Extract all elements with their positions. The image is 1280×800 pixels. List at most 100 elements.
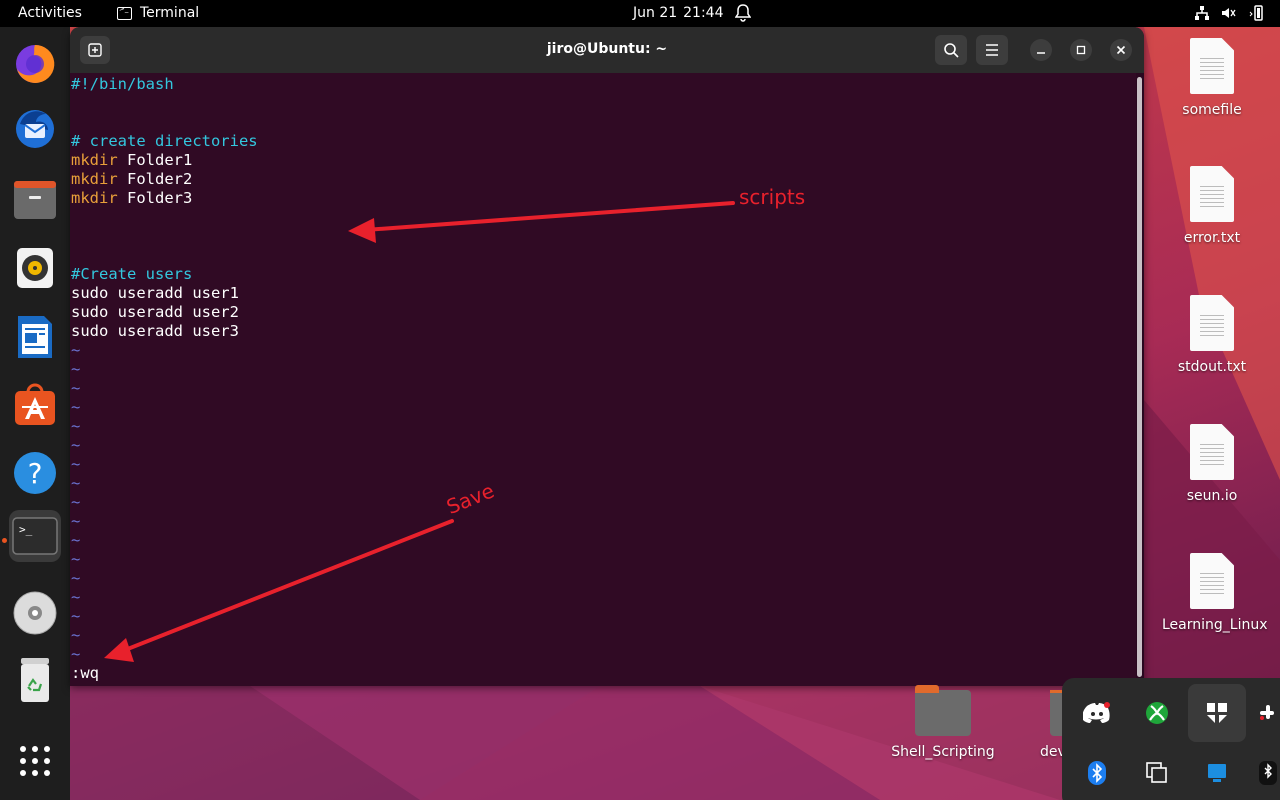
text-file-icon [1190,38,1234,94]
text-file-icon [1190,424,1234,480]
text-file-icon [1190,295,1234,351]
tray-other[interactable] [1248,744,1280,800]
date-label: Jun 21 [633,5,678,21]
app-menu[interactable]: Terminal [117,5,199,21]
hamburger-menu-icon [986,44,998,56]
thunderbird-icon [16,110,54,148]
app-center-icon [15,383,55,425]
empty-line-tilde: ~ [71,569,81,587]
dock-firefox[interactable] [9,38,61,90]
command-argument: Folder3 [117,189,193,207]
dock-rhythmbox[interactable] [9,242,61,294]
tray-xbox[interactable] [1128,684,1186,742]
empty-line-tilde: ~ [71,626,81,644]
desktop-file-stdout-txt[interactable]: stdout.txt [1162,295,1262,375]
vim-command-line[interactable]: :wq [71,664,99,683]
script-line: mkdir Folder3 [71,189,192,208]
close-button[interactable] [1110,39,1132,61]
system-tray[interactable] [1194,4,1264,26]
desktop-file-seun-io[interactable]: seun.io [1162,424,1262,504]
dock-thunderbird[interactable] [9,101,61,153]
annotation-scripts-label: scripts [739,185,806,209]
dock-help[interactable]: ? [9,447,61,499]
command-keyword: mkdir [71,189,118,207]
app-name: Terminal [140,5,200,21]
discord-icon [1083,702,1110,723]
empty-line-tilde: ~ [71,550,81,568]
tray-multitasking[interactable] [1128,744,1186,800]
show-apps-icon [20,746,50,776]
menu-button[interactable] [976,35,1008,65]
battery-icon [1246,4,1264,26]
file-label: error.txt [1183,230,1241,246]
top-bar: Activities Terminal Jun 21 21:44 [0,0,1280,27]
bell-icon [734,4,752,26]
dock-files[interactable] [9,174,61,226]
terminal-icon [117,5,132,20]
scrollbar-thumb[interactable] [1137,77,1142,677]
disc-icon [13,591,57,635]
desktop-file-error-txt[interactable]: error.txt [1162,166,1262,246]
desktop-file-learning-linux[interactable]: Learning_Linux [1162,553,1268,633]
empty-line-tilde: ~ [71,360,81,378]
command-argument: Folder2 [117,170,193,188]
minimize-button[interactable] [1030,39,1052,61]
dock-disc[interactable] [9,587,61,639]
script-line: sudo useradd user2 [71,303,239,321]
xbox-icon [1146,702,1168,724]
volume-icon [1220,5,1236,25]
empty-line-tilde: ~ [71,436,81,454]
close-icon [1116,45,1126,55]
script-line: # create directories [71,132,258,150]
empty-line-tilde: ~ [71,607,81,625]
dock-libreoffice-writer[interactable] [9,311,61,363]
tray-app-selected[interactable] [1188,684,1246,742]
empty-line-tilde: ~ [71,398,81,416]
desktop-file-somefile[interactable]: somefile [1162,38,1262,118]
empty-line-tilde: ~ [71,474,81,492]
script-line: #Create users [71,265,193,283]
maximize-button[interactable] [1070,39,1092,61]
clock[interactable]: Jun 21 21:44 [633,5,724,21]
empty-line-tilde: ~ [71,493,81,511]
tray-screenshot[interactable] [1188,744,1246,800]
rhythmbox-icon [17,248,53,288]
dock-show-apps[interactable] [9,735,61,787]
empty-line-tilde: ~ [71,645,81,663]
empty-line-tilde: ~ [71,512,81,530]
dock-app-center[interactable] [9,379,61,431]
libreoffice-writer-icon [18,316,52,358]
file-label: seun.io [1186,488,1238,504]
bluetooth-icon [1259,761,1277,785]
trash-icon [21,658,49,702]
files-icon [14,181,56,219]
search-button[interactable] [935,35,967,65]
search-icon [944,43,959,58]
scrollbar[interactable] [1136,73,1144,686]
svg-text:?: ? [28,457,43,490]
terminal-icon: >_ [12,517,58,555]
tray-discord[interactable] [1068,684,1126,742]
script-line: mkdir Folder2 [71,170,192,189]
app-indicator-tray [1062,678,1280,800]
terminal-window[interactable]: jiro@Ubuntu: ~ #!/bin/bash # create direc… [70,27,1144,686]
empty-line-tilde: ~ [71,531,81,549]
minimize-icon [1037,52,1045,54]
screen-icon [1208,764,1226,782]
slack-icon [1260,705,1274,720]
tray-slack[interactable] [1248,684,1280,742]
firefox-icon [16,44,55,83]
command-argument: Folder1 [117,151,193,169]
activities-button[interactable]: Activities [18,5,82,21]
empty-line-tilde: ~ [71,379,81,397]
tray-bluetooth[interactable] [1068,744,1126,800]
text-file-icon [1190,166,1234,222]
terminal-titlebar[interactable]: jiro@Ubuntu: ~ [70,27,1144,73]
dock-trash[interactable] [9,654,61,706]
grid-app-icon [1207,703,1227,723]
empty-line-tilde: ~ [71,455,81,473]
desktop-folder-shell-scripting[interactable]: Shell_Scripting [883,685,1003,760]
terminal-content[interactable]: #!/bin/bash # create directories mkdir Fol… [70,73,1136,686]
dock-terminal[interactable]: >_ [9,510,61,562]
folder-label: Shell_Scripting [891,744,995,760]
